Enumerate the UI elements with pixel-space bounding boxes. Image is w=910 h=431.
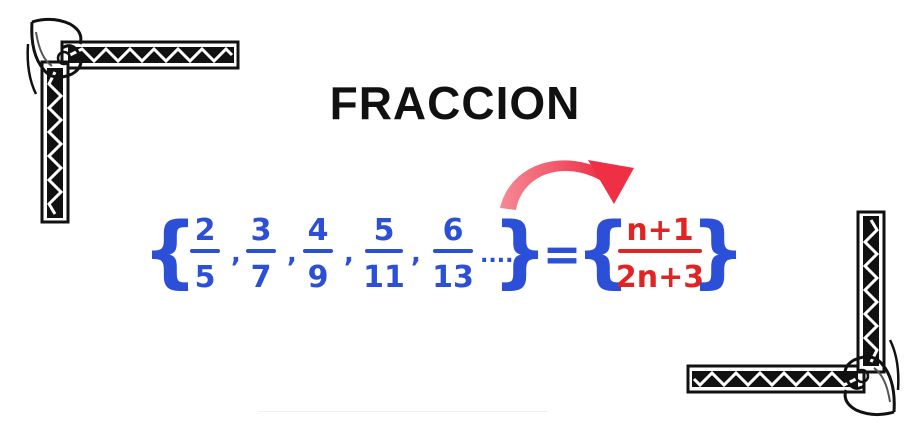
separator: , [411,239,421,269]
fraction-3: 4 9 [303,213,333,295]
numerator: 6 [443,213,464,248]
ellipsis: .... [480,243,513,268]
numerator: 3 [251,213,272,248]
fraction-2: 3 7 [246,213,276,295]
numerator: 2 [195,213,216,248]
numerator: 5 [374,213,395,248]
formula-numerator: n+1 [626,213,693,248]
fraction-5: 6 13 [432,213,474,295]
denominator: 9 [308,260,329,295]
separator: , [231,239,241,269]
separator: , [287,239,297,269]
formula-close-brace: } [690,207,746,297]
curved-arrow-icon [500,160,634,210]
page-title: FRACCION [329,77,581,129]
denominator: 11 [363,260,405,295]
sequence-open-brace: { [142,207,198,297]
denominator: 13 [432,260,474,295]
denominator: 5 [195,260,216,295]
numerator: 4 [308,213,329,248]
separator: , [344,239,354,269]
denominator: 7 [251,260,272,295]
fraction-4: 5 11 [363,213,405,295]
divider [258,411,548,412]
